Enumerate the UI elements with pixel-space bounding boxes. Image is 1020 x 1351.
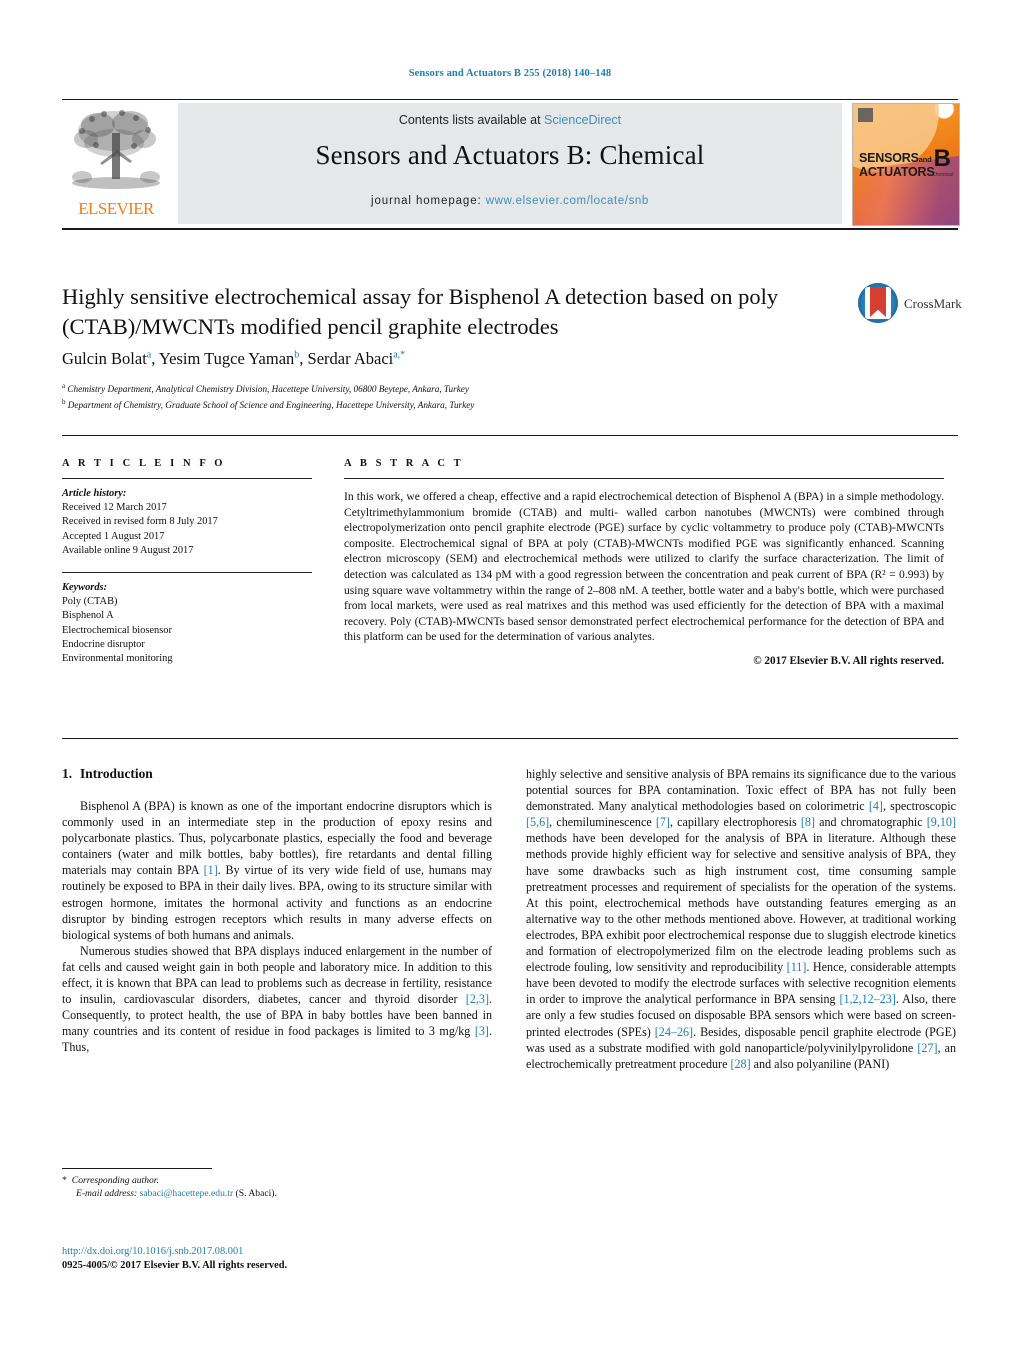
paper-page: Sensors and Actuators B 255 (2018) 140–1… [0,0,1020,1351]
intro-right-paragraph: highly selective and sensitive analysis … [526,767,956,1071]
intro-left-paragraphs: Bisphenol A (BPA) is known as one of the… [62,798,492,1056]
author-affiliation-mark: b [294,349,300,361]
citation-link[interactable]: [7] [656,815,670,829]
crossmark-circle-icon [858,283,898,323]
elsevier-tree-icon [72,110,160,189]
keyword-item: Endocrine disruptor [62,638,145,650]
corresponding-author-line: * Corresponding author. [62,1174,492,1187]
author-affiliation-mark: a [146,349,152,361]
cover-title-text: SENSORSand ACTUATORS [859,152,935,179]
doi-link[interactable]: http://dx.doi.org/10.1016/j.snb.2017.08.… [62,1245,492,1259]
citation-link[interactable]: [24–26] [655,1025,693,1039]
author-list: Gulcin Bolata, Yesim Tugce Yamanb, Serda… [62,349,406,368]
article-info-column: A R T I C L E I N F O Article history: R… [62,458,312,666]
corresponding-author-label: Corresponding author. [71,1175,159,1186]
body-paragraph: Bisphenol A (BPA) is known as one of the… [62,799,492,942]
author-name: Yesim Tugce Yaman [158,349,295,368]
top-rule [62,99,958,100]
journal-cover-thumbnail: SENSORSand ACTUATORS B Chemical [852,103,960,226]
cover-line2: ACTUATORS [859,165,935,179]
info-top-rule [62,435,958,436]
body-top-rule [62,738,958,739]
article-history-item: Received 12 March 2017 [62,502,167,514]
keywords-label: Keywords: [62,582,108,594]
section-title: Introduction [80,766,153,781]
citation-link[interactable]: [8] [801,815,815,829]
article-history-label: Article history: [62,488,127,499]
email-label: E-mail address: [76,1188,138,1200]
doi-block: http://dx.doi.org/10.1016/j.snb.2017.08.… [62,1245,492,1274]
keyword-item: Poly (CTAB) [62,596,118,608]
cover-series-letter: B [933,145,951,172]
section-heading-introduction: 1. Introduction [62,766,492,782]
body-column-right: highly selective and sensitive analysis … [526,766,956,1072]
sciencedirect-link[interactable]: ScienceDirect [544,113,621,127]
affiliation-item: b Department of Chemistry, Graduate Scho… [62,397,475,410]
masthead-bottom-rule [62,228,958,230]
citation-link[interactable]: [5,6] [526,815,549,829]
keyword-item: Environmental monitoring [62,653,173,665]
body-paragraph: Numerous studies showed that BPA display… [62,943,492,1055]
citation-link[interactable]: [11] [787,960,807,974]
citation-link[interactable]: [1,2,12–23] [839,992,895,1006]
abstract-rule [344,478,944,479]
article-history-item: Available online 9 August 2017 [62,544,194,556]
keywords-rule [62,572,312,574]
asterisk-icon: * [62,1175,67,1186]
page-title: Highly sensitive electrochemical assay f… [62,284,779,339]
running-head: Sensors and Actuators B 255 (2018) 140–1… [408,68,612,79]
citation-link[interactable]: [4] [869,799,883,813]
homepage-url-link[interactable]: www.elsevier.com/locate/snb [486,195,649,207]
citation-link[interactable]: [3] [475,1024,489,1038]
article-info-heading: A R T I C L E I N F O [62,458,226,469]
abstract-text: In this work, we offered a cheap, effect… [344,490,944,644]
cover-line1-suffix: and [918,155,932,164]
article-info-rule [62,478,312,479]
cover-elsevier-mark-icon [858,108,873,122]
cover-series-sub: Chemical [932,172,953,178]
author-affiliation-mark: a,* [393,349,406,361]
email-line: E-mail address: sabaci@hacettepe.edu.tr … [62,1187,492,1200]
masthead-band: Contents lists available at ScienceDirec… [178,103,842,224]
elsevier-logo: ELSEVIER [62,103,170,224]
contents-available-line: Contents lists available at ScienceDirec… [178,113,842,127]
article-history-item: Accepted 1 August 2017 [62,530,165,542]
article-history-items: Received 12 March 2017 Received in revise… [62,501,312,558]
contents-prefix: Contents lists available at [398,113,541,127]
abstract-column: A B S T R A C T In this work, we offered… [344,458,944,667]
issn-copyright-line: 0925-4005/© 2017 Elsevier B.V. All right… [62,1260,288,1272]
affiliation-list: a Chemistry Department, Analytical Chemi… [62,380,822,411]
homepage-label: journal homepage: [371,195,482,207]
keywords-items: Poly (CTAB) Bisphenol A Electrochemical bi… [62,595,312,666]
email-suffix: (S. Abaci). [235,1188,277,1200]
author-name: Serdar Abaci [307,349,394,368]
crossmark-badge[interactable]: CrossMark [858,283,962,327]
footnote-rule [62,1168,212,1169]
abstract-rights: © 2017 Elsevier B.V. All rights reserved… [753,654,944,667]
citation-link[interactable]: [2,3] [466,992,489,1006]
citation-link[interactable]: [28] [730,1057,750,1071]
citation-link[interactable]: [9,10] [927,815,956,829]
abstract-heading: A B S T R A C T [344,458,464,469]
section-number: 1. [62,766,73,781]
journal-masthead: ELSEVIER Contents lists available at Sci… [62,103,960,226]
journal-homepage-line: journal homepage: www.elsevier.com/locat… [178,195,842,207]
email-link[interactable]: sabaci@hacettepe.edu.tr [140,1188,234,1199]
keywords-block: Keywords: Poly (CTAB) Bisphenol A Electroc… [62,581,312,666]
keyword-item: Bisphenol A [62,610,114,622]
keyword-item: Electrochemical biosensor [62,624,172,636]
cover-line1: SENSORS [859,151,919,165]
citation-link[interactable]: [27] [917,1041,937,1055]
article-history-block: Article history: Received 12 March 2017 R… [62,487,312,558]
crossmark-label: CrossMark [904,296,962,311]
footnote-block: * Corresponding author. E-mail address: s… [62,1174,492,1201]
body-column-left: 1. Introduction Bisphenol A (BPA) is know… [62,766,492,1056]
author-name: Gulcin Bolat [62,349,147,368]
article-history-item: Received in revised form 8 July 2017 [62,516,218,528]
citation-link[interactable]: [1] [204,863,218,877]
affiliation-item: a Chemistry Department, Analytical Chemi… [62,382,469,395]
elsevier-wordmark: ELSEVIER [78,199,154,218]
journal-title: Sensors and Actuators B: Chemical [315,140,705,170]
